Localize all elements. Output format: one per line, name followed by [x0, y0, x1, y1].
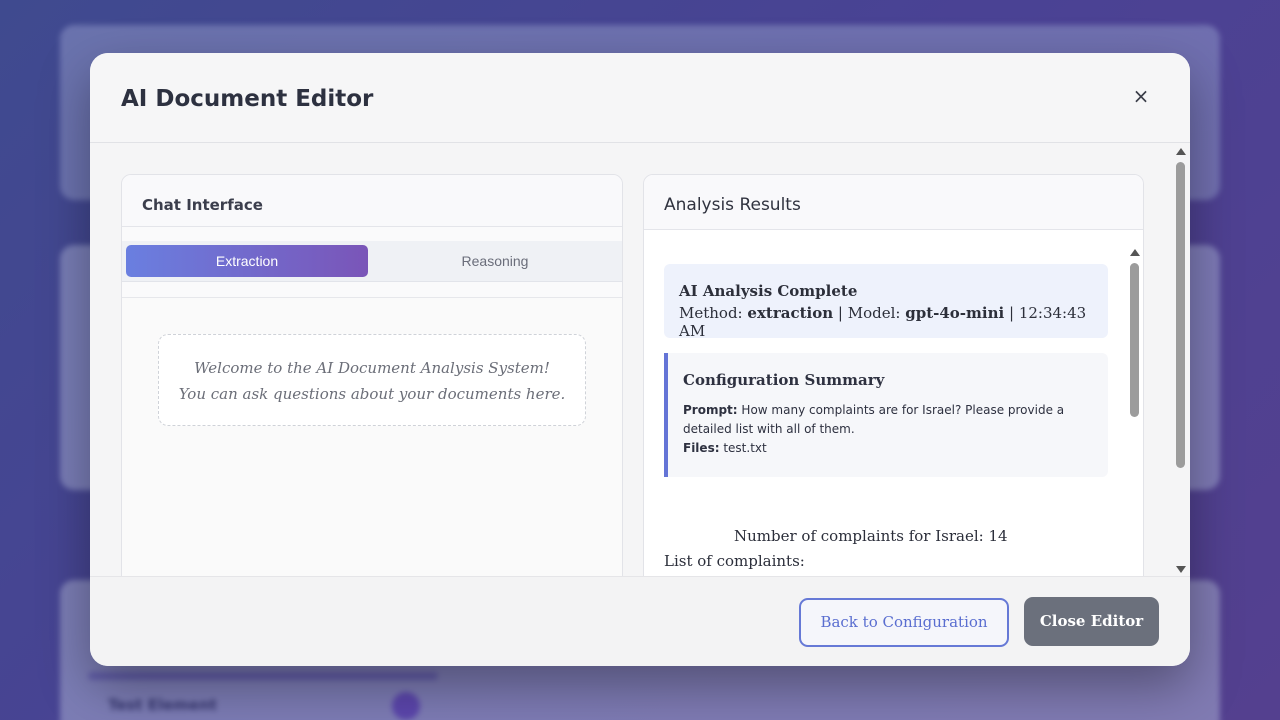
modal-body: Chat Interface Extraction Reasoning Welc…: [90, 143, 1190, 576]
background-progress-bar: [88, 672, 438, 680]
results-scrollbar[interactable]: [1129, 247, 1141, 576]
analysis-results-panel: Analysis Results AI Analysis Complete Me…: [643, 174, 1144, 576]
analysis-meta: Method: extraction | Model: gpt-4o-mini …: [679, 304, 1108, 340]
configuration-summary-title: Configuration Summary: [683, 371, 885, 389]
welcome-line: You can ask questions about your documen…: [178, 385, 566, 403]
chat-panel-title: Chat Interface: [142, 196, 263, 214]
background-element-label: Test Element: [108, 696, 217, 714]
modal-title: AI Document Editor: [121, 86, 374, 112]
prompt-line: Prompt: How many complaints are for Isra…: [683, 401, 1094, 439]
model-value: gpt-4o-mini: [905, 304, 1005, 322]
tab-extraction[interactable]: Extraction: [126, 245, 368, 277]
method-value: extraction: [747, 304, 834, 322]
close-editor-button[interactable]: Close Editor: [1024, 597, 1159, 646]
scrollbar-thumb[interactable]: [1130, 263, 1139, 417]
prompt-value: How many complaints are for Israel? Plea…: [683, 403, 1065, 436]
results-panel-header: Analysis Results: [644, 175, 1143, 230]
result-output-line: List of complaints:: [664, 552, 805, 570]
scrollbar-thumb[interactable]: [1176, 162, 1185, 468]
modal-scrollbar[interactable]: [1174, 146, 1188, 576]
result-output-line: Number of complaints for Israel: 14: [734, 527, 1008, 545]
chat-panel-header: Chat Interface: [122, 175, 622, 227]
configuration-summary: Configuration Summary Prompt: How many c…: [664, 353, 1108, 477]
chat-interface-panel: Chat Interface Extraction Reasoning Welc…: [121, 174, 623, 576]
back-to-configuration-button[interactable]: Back to Configuration: [799, 598, 1009, 647]
close-icon[interactable]: ×: [1130, 83, 1152, 109]
scroll-down-arrow-icon[interactable]: [1176, 566, 1186, 573]
modal-header: AI Document Editor ×: [90, 53, 1190, 143]
files-value: test.txt: [723, 441, 767, 455]
analysis-complete-title: AI Analysis Complete: [679, 282, 858, 300]
welcome-message: Welcome to the AI Document Analysis Syst…: [158, 334, 586, 426]
prompt-label: Prompt:: [683, 403, 738, 417]
scroll-up-arrow-icon[interactable]: [1176, 148, 1186, 155]
analysis-complete-banner: AI Analysis Complete Method: extraction …: [664, 264, 1108, 340]
method-label: Method:: [679, 304, 743, 322]
tab-reasoning[interactable]: Reasoning: [372, 245, 618, 277]
files-line: Files: test.txt: [683, 439, 1094, 458]
mode-tabs: Extraction Reasoning: [122, 241, 622, 282]
welcome-line: Welcome to the AI Document Analysis Syst…: [194, 359, 550, 377]
results-panel-title: Analysis Results: [664, 195, 801, 215]
scroll-up-arrow-icon[interactable]: [1130, 249, 1140, 256]
files-label: Files:: [683, 441, 720, 455]
modal-footer: Back to Configuration Close Editor: [90, 576, 1190, 666]
model-label: | Model:: [837, 304, 901, 322]
background-avatar: [392, 692, 420, 720]
chat-messages-area[interactable]: Welcome to the AI Document Analysis Syst…: [122, 297, 622, 576]
ai-document-editor-modal: AI Document Editor × Chat Interface Extr…: [90, 53, 1190, 666]
